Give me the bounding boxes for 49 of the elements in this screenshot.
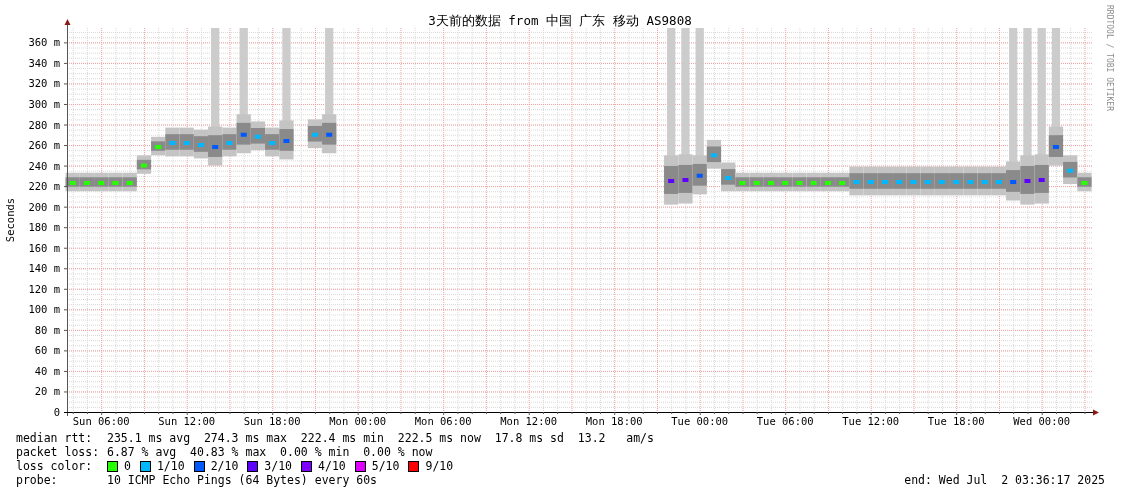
stat-value: 10 ICMP Echo Pings (64 Bytes) every 60s [107,473,378,487]
axis-label: 140 m [28,262,60,275]
legend-label: 4/10 [318,459,346,473]
legend-label: 2/10 [210,459,239,473]
axis-label: Mon 00:00 [329,415,387,427]
axis-label: Sun 12:00 [158,415,216,427]
axis-label: Tue 12:00 [842,415,900,427]
axis-label: 260 m [28,139,60,152]
axis-label: Tue 00:00 [671,415,729,427]
axis-label: 240 m [28,159,60,172]
axis-label: 40 m [34,364,60,377]
chart-title: 3天前的数据 from 中国 广东 移动 AS9808 [428,13,692,28]
stat-value: 235.1 ms avg 274.3 ms max 222.4 ms min 222.5 ms now 17.8 ms sd 13.2 am/s [107,431,654,445]
credit-text: RRDTOOL / TOBI OETIKER [1105,5,1114,111]
axis-label: 180 m [28,221,60,234]
stat-value: 6.87 % avg 40.83 % max 0.00 % min 0.00 % now [107,445,433,459]
axis-label: 100 m [28,303,60,316]
legend-label: 5/10 [371,459,400,473]
axis-label: 60 m [34,344,60,357]
stat-label: loss color: [16,459,94,473]
axis-label: 320 m [28,77,60,90]
axis-label: 160 m [28,241,60,254]
axis-label: 80 m [34,323,60,336]
legend-label: 3/10 [264,459,293,473]
axis-label: Mon 12:00 [500,415,558,427]
axis-label: Mon 18:00 [585,415,643,427]
stat-label: probe: [16,473,59,487]
axis-label: 300 m [28,98,60,110]
axis-label: 20 m [34,385,60,398]
axis-label: Mon 06:00 [414,415,472,427]
axis-label: 120 m [28,282,60,295]
axis-label: 220 m [28,180,60,193]
axis-title: Seconds [4,197,16,243]
stat-label: median rtt: [16,431,94,445]
legend-label: 9/10 [425,459,454,473]
axis-label: Wed 00:00 [1013,415,1071,427]
legend-label: 1/10 [156,459,185,473]
axis-label: Sun 18:00 [243,415,301,427]
stat-label: packet loss: [16,445,101,459]
axis-label: 0 [53,406,60,418]
end-time: end: Wed Jul 2 03:36:17 2025 [904,473,1105,487]
axis-label: 280 m [28,118,60,131]
axis-label: 340 m [28,56,60,69]
legend-label: 0 [124,459,131,473]
axis-label: Tue 06:00 [756,415,814,427]
axis-label: Sun 06:00 [72,415,130,427]
axis-label: 360 m [28,36,60,49]
axis-label: Tue 18:00 [927,415,985,427]
axis-label: 200 m [28,200,60,213]
